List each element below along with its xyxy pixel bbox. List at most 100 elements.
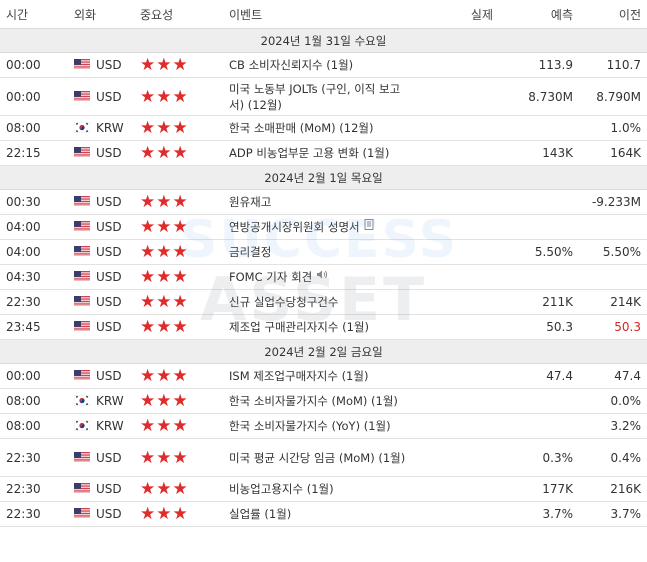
event-actual — [421, 52, 499, 78]
us-flag-icon — [74, 59, 90, 70]
importance-stars: ★★★ — [134, 314, 223, 340]
event-name[interactable]: 미국 노동부 JOLTs (구인, 이직 보고서) (12월) — [223, 77, 421, 116]
event-name[interactable]: 한국 소비자물가지수 (MoM) (1월) — [223, 388, 421, 414]
event-name[interactable]: 미국 평균 시간당 임금 (MoM) (1월) — [223, 438, 421, 477]
event-currency: KRW — [68, 115, 134, 141]
currency-code: USD — [96, 58, 122, 72]
event-title[interactable]: 한국 소매판매 (MoM) (12월) — [229, 121, 374, 135]
header-actual[interactable]: 실제 — [421, 0, 499, 29]
event-title[interactable]: 비농업고용지수 (1월) — [229, 482, 334, 496]
event-time: 00:00 — [0, 52, 68, 78]
event-name[interactable]: 연방공개시장위원회 성명서 — [223, 214, 421, 240]
event-row[interactable]: 08:00 KRW ★★★ 한국 소매판매 (MoM) (12월) 1.0% — [0, 115, 647, 141]
document-icon[interactable] — [364, 218, 375, 236]
date-row: 2024년 2월 1일 목요일 — [0, 165, 647, 190]
event-row[interactable]: 22:30 USD ★★★ 미국 평균 시간당 임금 (MoM) (1월) 0.3% 0.… — [0, 438, 647, 477]
header-time[interactable]: 시간 — [0, 0, 68, 29]
korea-flag-icon — [73, 121, 91, 134]
event-actual — [421, 363, 499, 389]
importance-stars: ★★★ — [134, 264, 223, 290]
event-name[interactable]: 금리결정 — [223, 239, 421, 265]
event-actual — [421, 77, 499, 116]
event-name[interactable]: 원유재고 — [223, 189, 421, 215]
event-title[interactable]: CB 소비자신뢰지수 (1월) — [229, 58, 353, 72]
event-forecast: 50.3 — [499, 314, 579, 340]
event-name[interactable]: 실업률 (1월) — [223, 501, 421, 527]
event-row[interactable]: 00:00 USD ★★★ 미국 노동부 JOLTs (구인, 이직 보고서) (12… — [0, 77, 647, 116]
event-title[interactable]: FOMC 기자 회견 — [229, 270, 312, 284]
event-time: 22:30 — [0, 501, 68, 527]
event-title[interactable]: 신규 실업수당청구건수 — [229, 295, 338, 309]
event-title[interactable]: 제조업 구매관리자지수 (1월) — [229, 320, 369, 334]
currency-code: USD — [96, 195, 122, 209]
event-row[interactable]: 00:00 USD ★★★ CB 소비자신뢰지수 (1월) 113.9 110.7 — [0, 52, 647, 78]
importance-stars: ★★★ — [134, 289, 223, 315]
event-row[interactable]: 00:00 USD ★★★ ISM 제조업구매자지수 (1월) 47.4 47.4 — [0, 363, 647, 389]
currency-code: USD — [96, 295, 122, 309]
header-importance[interactable]: 중요성 — [134, 0, 223, 29]
event-actual — [421, 214, 499, 240]
event-forecast: 143K — [499, 140, 579, 166]
event-row[interactable]: 04:30 USD ★★★ FOMC 기자 회견 — [0, 264, 647, 290]
event-name[interactable]: ISM 제조업구매자지수 (1월) — [223, 363, 421, 389]
us-flag-icon — [74, 147, 90, 158]
event-row[interactable]: 23:45 USD ★★★ 제조업 구매관리자지수 (1월) 50.3 50.3 — [0, 314, 647, 340]
event-currency: USD — [68, 264, 134, 290]
event-previous — [579, 214, 647, 240]
event-row[interactable]: 22:30 USD ★★★ 비농업고용지수 (1월) 177K 216K — [0, 476, 647, 502]
event-name[interactable]: 신규 실업수당청구건수 — [223, 289, 421, 315]
event-row[interactable]: 04:00 USD ★★★ 금리결정 5.50% 5.50% — [0, 239, 647, 265]
importance-stars: ★★★ — [134, 214, 223, 240]
event-actual — [421, 115, 499, 141]
event-currency: USD — [68, 52, 134, 78]
date-label: 2024년 2월 1일 목요일 — [0, 165, 647, 190]
event-title[interactable]: 실업률 (1월) — [229, 507, 291, 521]
event-name[interactable]: 한국 소매판매 (MoM) (12월) — [223, 115, 421, 141]
event-time: 00:00 — [0, 363, 68, 389]
event-row[interactable]: 08:00 KRW ★★★ 한국 소비자물가지수 (YoY) (1월) 3.2% — [0, 413, 647, 439]
event-name[interactable]: 제조업 구매관리자지수 (1월) — [223, 314, 421, 340]
event-title[interactable]: ADP 비농업부문 고용 변화 (1월) — [229, 146, 389, 160]
header-currency[interactable]: 외화 — [68, 0, 134, 29]
event-name[interactable]: ADP 비농업부문 고용 변화 (1월) — [223, 140, 421, 166]
event-row[interactable]: 04:00 USD ★★★ 연방공개시장위원회 성명서 — [0, 214, 647, 240]
date-row: 2024년 2월 2일 금요일 — [0, 339, 647, 364]
header-event[interactable]: 이벤트 — [223, 0, 421, 29]
event-title[interactable]: 미국 평균 시간당 임금 (MoM) (1월) — [229, 451, 405, 465]
event-title[interactable]: 한국 소비자물가지수 (YoY) (1월) — [229, 419, 391, 433]
date-row: 2024년 1월 31일 수요일 — [0, 28, 647, 53]
event-title[interactable]: 미국 노동부 JOLTs (구인, 이직 보고서) (12월) — [229, 82, 400, 112]
event-title[interactable]: 연방공개시장위원회 성명서 — [229, 220, 360, 234]
event-forecast — [499, 189, 579, 215]
event-title[interactable]: ISM 제조업구매자지수 (1월) — [229, 369, 368, 383]
event-row[interactable]: 22:30 USD ★★★ 실업률 (1월) 3.7% 3.7% — [0, 501, 647, 527]
event-actual — [421, 189, 499, 215]
event-actual — [421, 476, 499, 502]
event-row[interactable]: 08:00 KRW ★★★ 한국 소비자물가지수 (MoM) (1월) 0.0% — [0, 388, 647, 414]
event-row[interactable]: 22:15 USD ★★★ ADP 비농업부문 고용 변화 (1월) 143K 164K — [0, 140, 647, 166]
header-previous[interactable]: 이전 — [579, 0, 647, 29]
event-title[interactable]: 금리결정 — [229, 245, 271, 259]
event-name[interactable]: 비농업고용지수 (1월) — [223, 476, 421, 502]
us-flag-icon — [74, 508, 90, 519]
event-row[interactable]: 22:30 USD ★★★ 신규 실업수당청구건수 211K 214K — [0, 289, 647, 315]
event-currency: USD — [68, 77, 134, 116]
event-time: 04:00 — [0, 239, 68, 265]
header-forecast[interactable]: 예측 — [499, 0, 579, 29]
event-title[interactable]: 원유재고 — [229, 195, 271, 209]
event-title[interactable]: 한국 소비자물가지수 (MoM) (1월) — [229, 394, 398, 408]
event-row[interactable]: 00:30 USD ★★★ 원유재고 -9.233M — [0, 189, 647, 215]
event-name[interactable]: 한국 소비자물가지수 (YoY) (1월) — [223, 413, 421, 439]
event-forecast: 5.50% — [499, 239, 579, 265]
event-name[interactable]: CB 소비자신뢰지수 (1월) — [223, 52, 421, 78]
event-actual — [421, 501, 499, 527]
event-name[interactable]: FOMC 기자 회견 — [223, 264, 421, 290]
event-previous: 216K — [579, 476, 647, 502]
event-previous: 8.790M — [579, 77, 647, 116]
currency-code: USD — [96, 220, 122, 234]
us-flag-icon — [74, 321, 90, 332]
event-time: 22:30 — [0, 289, 68, 315]
us-flag-icon — [74, 221, 90, 232]
currency-code: USD — [96, 270, 122, 284]
speaker-icon[interactable] — [316, 269, 328, 286]
